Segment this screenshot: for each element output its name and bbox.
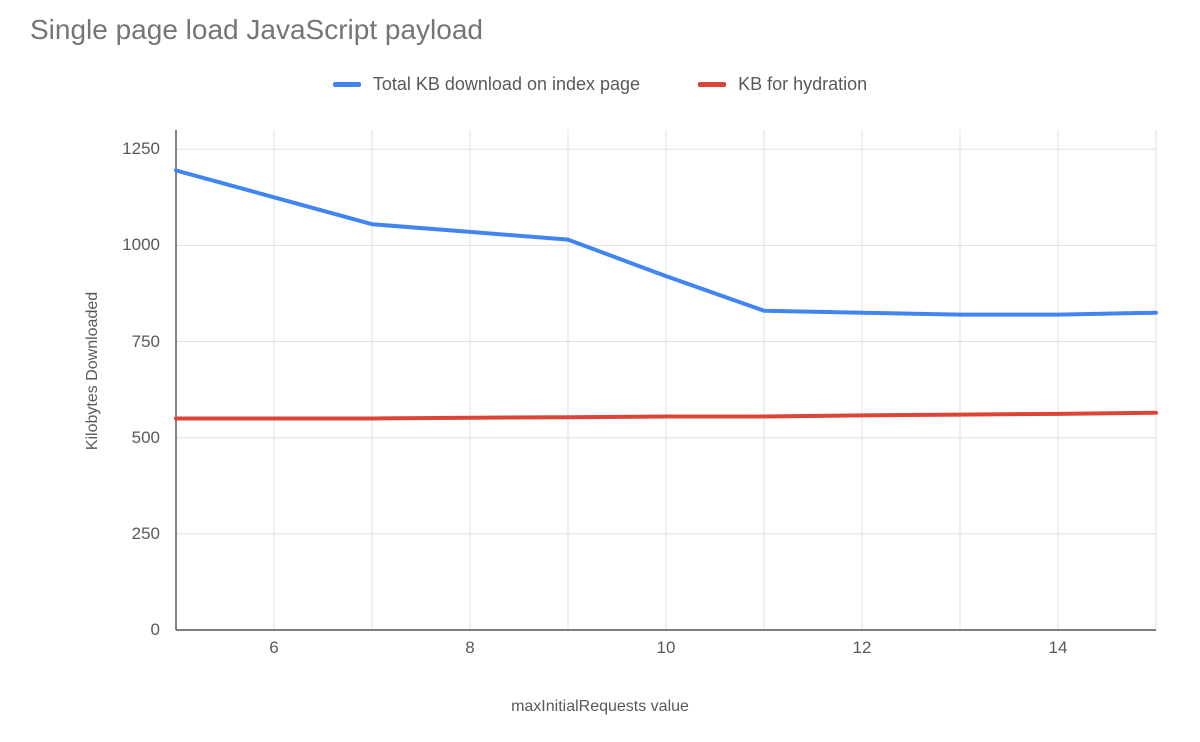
legend-label-1: KB for hydration <box>738 74 867 95</box>
legend-swatch-0 <box>333 82 361 87</box>
y-tick-label: 250 <box>100 524 160 544</box>
x-tick-label: 12 <box>853 638 872 658</box>
x-axis-label: maxInitialRequests value <box>0 698 1200 716</box>
legend-label-0: Total KB download on index page <box>373 74 640 95</box>
y-tick-label: 750 <box>100 332 160 352</box>
chart-title: Single page load JavaScript payload <box>30 14 483 46</box>
y-axis-label: Kilobytes Downloaded <box>84 292 102 450</box>
plot-area <box>176 130 1156 630</box>
y-tick-label: 1250 <box>100 139 160 159</box>
y-axis-ticks: 025050075010001250 <box>108 130 168 630</box>
x-axis-ticks: 6 8 10 12 14 <box>176 638 1156 666</box>
chart-container: Single page load JavaScript payload Tota… <box>0 0 1200 742</box>
plot-svg <box>176 130 1156 630</box>
legend-swatch-1 <box>698 82 726 87</box>
y-tick-label: 500 <box>100 428 160 448</box>
x-tick-label: 14 <box>1049 638 1068 658</box>
x-tick-label: 6 <box>269 638 278 658</box>
y-tick-label: 1000 <box>100 235 160 255</box>
x-tick-label: 8 <box>465 638 474 658</box>
y-tick-label: 0 <box>100 620 160 640</box>
plot-wrap: 025050075010001250 68101214 <box>108 130 1168 650</box>
legend-item-1: KB for hydration <box>698 74 867 95</box>
legend-item-0: Total KB download on index page <box>333 74 640 95</box>
legend: Total KB download on index page KB for h… <box>0 74 1200 95</box>
x-tick-label: 10 <box>657 638 676 658</box>
